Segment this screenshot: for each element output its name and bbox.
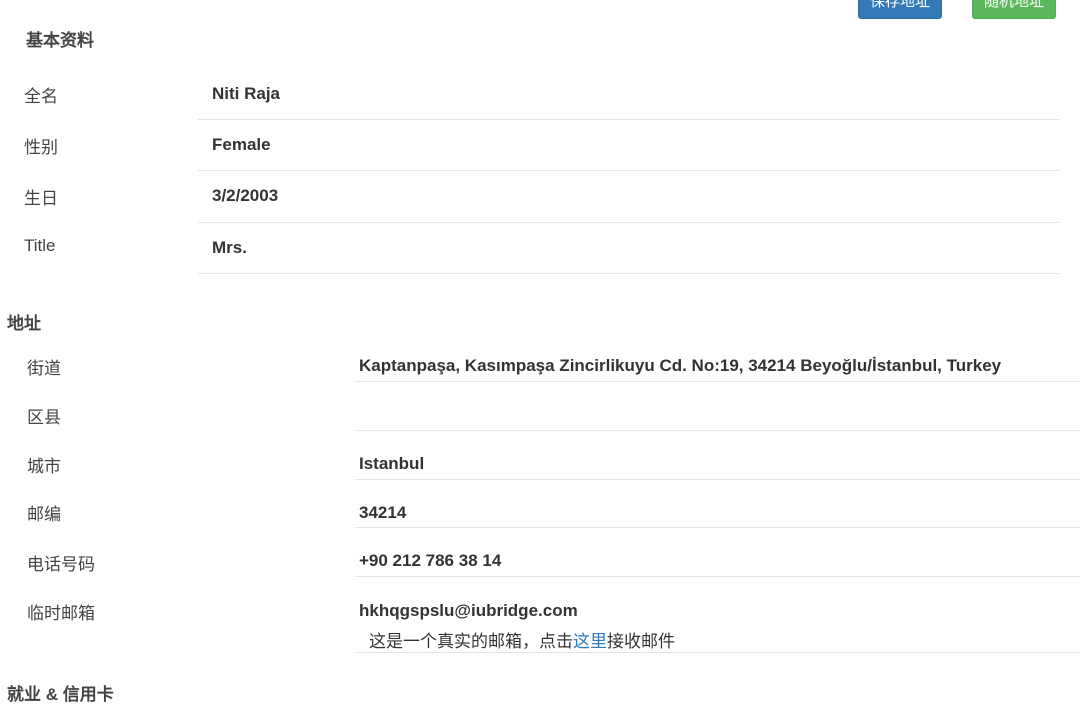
label-full-name: 全名	[24, 87, 58, 106]
email-note-prefix: 这是一个真实的邮箱，点击	[369, 632, 573, 651]
email-note-suffix: 接收邮件	[607, 632, 675, 651]
email-note: 这是一个真实的邮箱，点击这里接收邮件	[369, 627, 675, 652]
value-gender: Female	[212, 135, 271, 154]
label-street: 街道	[27, 359, 61, 378]
random-address-button[interactable]: 随机地址	[972, 0, 1056, 19]
row-divider	[198, 119, 1060, 120]
label-city: 城市	[27, 457, 61, 476]
section-title-employment: 就业 & 信用卡	[7, 685, 114, 704]
row-divider	[355, 527, 1080, 528]
row-divider	[355, 479, 1080, 480]
row-divider	[355, 381, 1080, 382]
row-divider	[355, 652, 1080, 653]
value-city: Istanbul	[359, 454, 425, 473]
value-phone: +90 212 786 38 14	[359, 551, 502, 570]
label-birthday: 生日	[24, 189, 58, 208]
label-phone: 电话号码	[27, 555, 95, 574]
save-address-button[interactable]: 保存地址	[858, 0, 942, 19]
label-district: 区县	[27, 408, 61, 427]
value-title: Mrs.	[212, 238, 247, 257]
label-title: Title	[24, 236, 56, 255]
value-full-name: Niti Raja	[212, 84, 281, 103]
label-temp-email: 临时邮箱	[27, 604, 95, 623]
receive-mail-link[interactable]: 这里	[573, 632, 607, 651]
label-postcode: 邮编	[27, 505, 61, 524]
section-title-address: 地址	[7, 314, 41, 333]
value-street: Kaptanpaşa, Kasımpaşa Zincirlikuyu Cd. N…	[359, 356, 1002, 375]
row-divider	[198, 273, 1060, 274]
row-divider	[198, 222, 1060, 223]
value-temp-email[interactable]: hkhqgspslu@iubridge.com	[359, 601, 578, 621]
section-title-basic: 基本资料	[26, 31, 94, 50]
row-divider	[355, 430, 1080, 431]
label-gender: 性别	[24, 138, 58, 157]
value-birthday: 3/2/2003	[212, 186, 279, 205]
row-divider	[355, 576, 1080, 577]
row-divider	[198, 170, 1060, 171]
value-postcode: 34214	[359, 503, 407, 522]
